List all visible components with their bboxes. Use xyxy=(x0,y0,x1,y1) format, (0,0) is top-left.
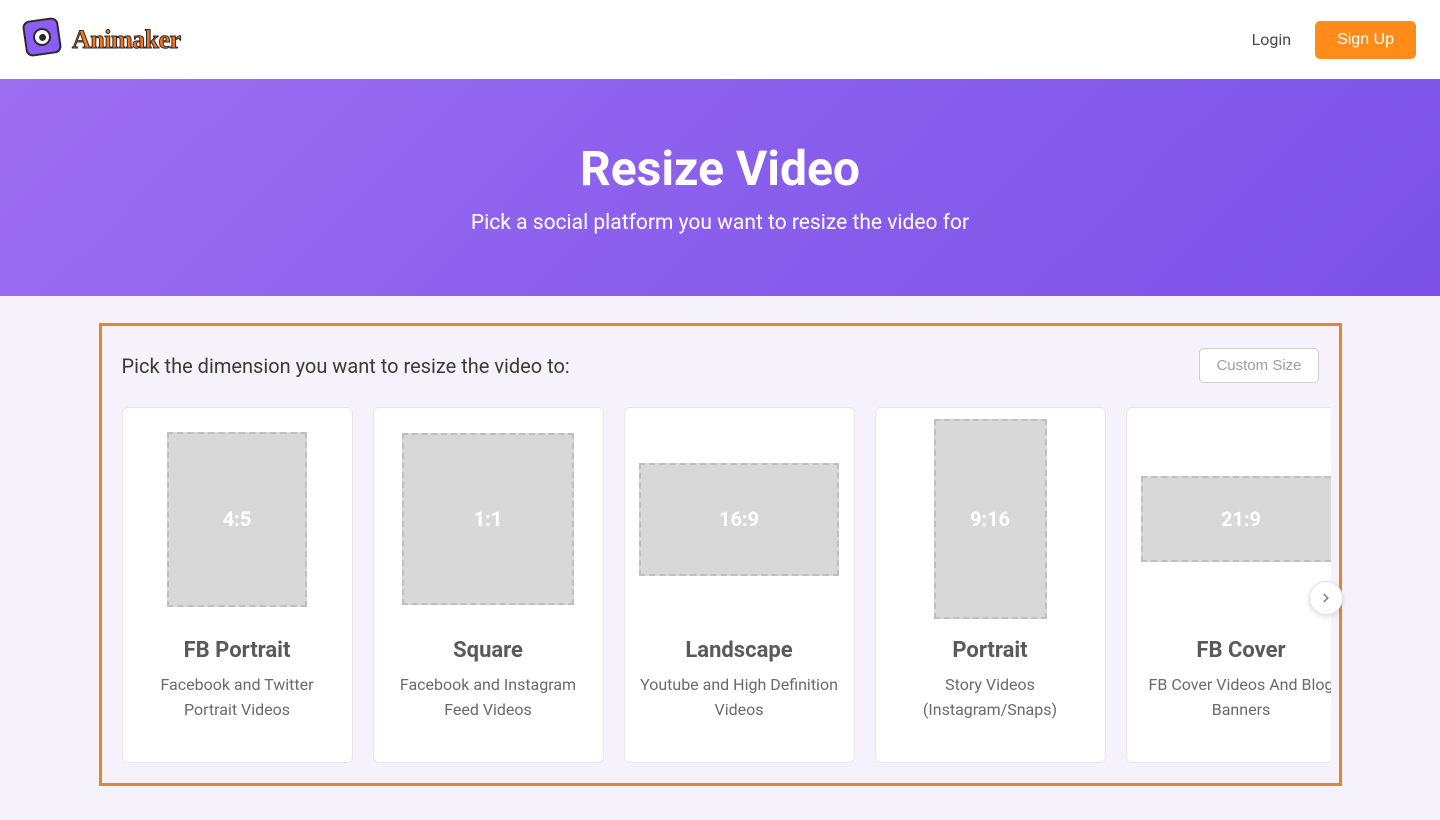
picker-label: Pick the dimension you want to resize th… xyxy=(122,354,570,378)
custom-size-button[interactable]: Custom Size xyxy=(1199,348,1318,383)
aspect-thumb: 21:9 xyxy=(1141,476,1331,562)
card-thumb-area: 16:9 xyxy=(625,408,854,630)
aspect-thumb: 9:16 xyxy=(934,419,1047,619)
page-title: Resize Video xyxy=(580,140,860,197)
logo-icon xyxy=(24,19,66,61)
dimension-card[interactable]: 16:9 Landscape Youtube and High Definition… xyxy=(624,407,855,763)
brand-name: Animaker xyxy=(72,25,181,55)
aspect-ratio-label: 9:16 xyxy=(970,507,1010,531)
hero: Resize Video Pick a social platform you … xyxy=(0,79,1440,296)
aspect-thumb: 1:1 xyxy=(402,433,574,605)
aspect-ratio-label: 4:5 xyxy=(223,507,252,531)
signup-button[interactable]: Sign Up xyxy=(1315,21,1416,59)
aspect-ratio-label: 1:1 xyxy=(474,507,503,531)
card-description: FB Cover Videos And Blog Banners xyxy=(1127,673,1331,723)
aspect-ratio-label: 16:9 xyxy=(719,507,759,531)
dimension-card[interactable]: 9:16 Portrait Story Videos (Instagram/Snap… xyxy=(875,407,1106,763)
card-title: Square xyxy=(453,638,523,663)
picker-header: Pick the dimension you want to resize th… xyxy=(110,348,1331,407)
card-thumb-area: 1:1 xyxy=(374,408,603,630)
card-title: Portrait xyxy=(952,638,1027,663)
aspect-ratio-label: 21:9 xyxy=(1221,507,1261,531)
dimension-picker-panel: Pick the dimension you want to resize th… xyxy=(99,323,1342,786)
dimension-card[interactable]: 21:9 FB Cover FB Cover Videos And Blog Ban… xyxy=(1126,407,1331,763)
card-title: Landscape xyxy=(685,638,792,663)
header: Animaker Login Sign Up xyxy=(0,0,1440,79)
login-link[interactable]: Login xyxy=(1252,30,1291,49)
chevron-right-icon xyxy=(1319,591,1333,605)
card-description: Facebook and Instagram Feed Videos xyxy=(374,673,603,723)
card-title: FB Cover xyxy=(1196,638,1285,663)
dimension-card[interactable]: 4:5 FB Portrait Facebook and Twitter Portr… xyxy=(122,407,353,763)
page-subtitle: Pick a social platform you want to resiz… xyxy=(471,211,969,235)
logo[interactable]: Animaker xyxy=(24,19,181,61)
card-thumb-area: 4:5 xyxy=(123,408,352,630)
dimension-card[interactable]: 1:1 Square Facebook and Instagram Feed Vid… xyxy=(373,407,604,763)
cards-wrapper: 4:5 FB Portrait Facebook and Twitter Portr… xyxy=(110,407,1331,763)
card-thumb-area: 21:9 xyxy=(1127,408,1331,630)
aspect-thumb: 4:5 xyxy=(167,432,307,607)
card-description: Youtube and High Definition Videos xyxy=(625,673,854,723)
header-actions: Login Sign Up xyxy=(1252,21,1416,59)
card-thumb-area: 9:16 xyxy=(876,408,1105,630)
aspect-thumb: 16:9 xyxy=(639,463,839,576)
carousel-next-button[interactable] xyxy=(1309,581,1343,615)
card-description: Facebook and Twitter Portrait Videos xyxy=(123,673,352,723)
dimension-cards: 4:5 FB Portrait Facebook and Twitter Portr… xyxy=(110,407,1331,763)
card-title: FB Portrait xyxy=(184,638,291,663)
card-description: Story Videos (Instagram/Snaps) xyxy=(876,673,1105,723)
